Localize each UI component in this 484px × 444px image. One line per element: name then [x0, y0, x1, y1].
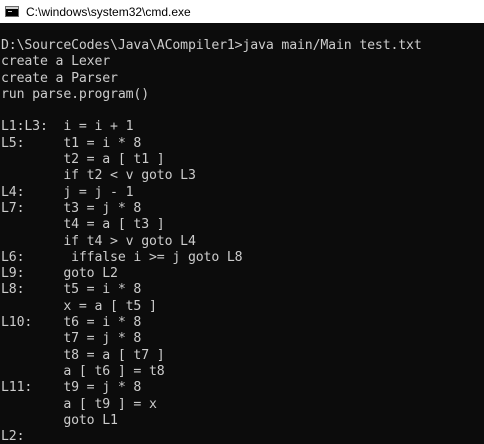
console-line: L4: j = j - 1 [1, 184, 134, 200]
console-line: L6: iffalse i >= j goto L8 [1, 249, 243, 265]
console-line: L5: t1 = i * 8 [1, 135, 142, 151]
console-line: if t4 > v goto L4 [1, 233, 196, 249]
console-line: t4 = a [ t3 ] [1, 217, 165, 233]
window-title: C:\windows\system32\cmd.exe [26, 4, 191, 19]
console-line: L10: t6 = i * 8 [1, 315, 142, 331]
console-line: t2 = a [ t1 ] [1, 152, 165, 168]
console-line: create a Lexer [1, 54, 111, 70]
console-line: L9: goto L2 [1, 266, 118, 282]
console-line: t8 = a [ t7 ] [1, 347, 165, 363]
console-output[interactable]: D:\SourceCodes\Java\ACompiler1>java main… [0, 23, 484, 444]
console-line: if t2 < v goto L3 [1, 168, 196, 184]
console-line: x = a [ t5 ] [1, 298, 157, 314]
console-line: L1:L3: i = i + 1 [1, 119, 134, 135]
console-line: L8: t5 = i * 8 [1, 282, 142, 298]
console-line: goto L1 [1, 412, 118, 428]
console-lines: D:\SourceCodes\Java\ACompiler1>java main… [1, 38, 422, 444]
console-line: create a Parser [1, 70, 118, 86]
console-line: L2: [1, 429, 25, 444]
title-bar[interactable]: C:\windows\system32\cmd.exe [0, 0, 484, 23]
console-line: t7 = j * 8 [1, 331, 142, 347]
console-line: D:\SourceCodes\Java\ACompiler1>java main… [1, 38, 422, 53]
console-line: a [ t9 ] = x [1, 396, 157, 412]
console-line: run parse.program() [1, 86, 150, 102]
console-line: L11: t9 = j * 8 [1, 380, 142, 396]
console-line: a [ t6 ] = t8 [1, 363, 165, 379]
cmd-icon [5, 6, 19, 17]
console-line: L7: t3 = j * 8 [1, 200, 142, 216]
